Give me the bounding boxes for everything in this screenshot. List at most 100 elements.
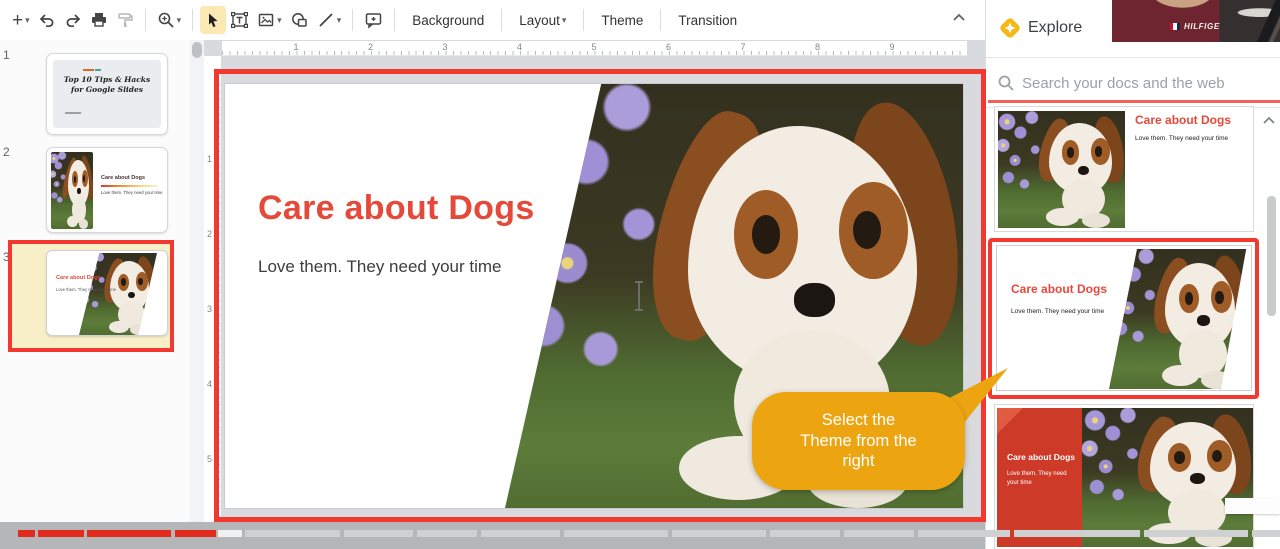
puppy-photo [51,152,93,229]
background-button[interactable]: Background [402,6,494,34]
accent-dash [83,69,94,71]
ruler-number: 4 [517,42,523,52]
progress-segment [770,530,840,537]
slide-3-title: Care about Dogs [56,275,101,281]
slide-3-thumbnail[interactable]: Care about Dogs Love them. They need you… [46,250,168,336]
shirt-text: HILFIGE [1184,22,1220,31]
scroll-up-button[interactable] [1262,112,1276,130]
progress-segment [38,530,84,537]
ruler-number: 7 [740,42,746,52]
video-progress-bar[interactable] [0,530,1280,537]
plus-icon: + [12,9,24,31]
callout-bubble: Select the Theme from the right [752,392,965,490]
zoom-button[interactable]: ▾ [153,6,186,34]
slide-1-title: Top 10 Tips & Hacks for Google Slides [63,75,151,95]
progress-segment [175,530,216,537]
toolbar: + ▾ ▾ ▾ ▾ Background Layout ▾ Theme Tran… [0,0,985,40]
slide-2-body: Love them. They need your time [101,190,163,195]
theme-3-body: Love them. They need your time [1007,471,1067,486]
ruler-number: 4 [207,379,213,389]
select-tool-button[interactable] [200,6,227,34]
slide-1-content: Top 10 Tips & Hacks for Google Slides [53,60,161,128]
progress-segment [564,530,668,537]
progress-segment [672,530,766,537]
toolbar-divider [144,9,146,31]
ruler-number: 8 [815,42,821,52]
image-icon [258,13,274,27]
toolbar-divider [352,9,354,31]
callout-line-2: Theme from the [800,431,917,450]
slide-2-title: Care about Dogs [101,175,146,181]
slide-1-subtitle-line [65,112,81,114]
shirt-logo-flag [1170,23,1180,30]
theme-3-title: Care about Dogs [1007,452,1076,462]
progress-segment [245,530,340,537]
annotation-red-line [988,100,1280,103]
ruler-number: 5 [207,454,213,464]
theme-button[interactable]: Theme [591,6,653,34]
puppy-photo [1082,408,1253,547]
transition-button[interactable]: Transition [668,6,747,34]
slide-1-number: 1 [3,48,10,62]
panel-scrollbar-thumb[interactable] [1267,196,1276,316]
text-box-icon [231,12,249,28]
progress-segment [844,530,914,537]
slide-2-thumbnail[interactable]: Care about Dogs Love them. They need you… [46,147,168,233]
theme-option-3[interactable]: Care about Dogs Love them. They need you… [994,404,1254,549]
new-slide-button[interactable]: + ▾ [8,6,34,34]
theme-option-1[interactable]: Care about Dogs Love them. They need you… [994,106,1254,232]
layout-label: Layout [519,12,560,28]
toolbar-divider [501,9,503,31]
print-button[interactable] [86,6,112,34]
collapse-toolbar-button[interactable] [951,10,967,28]
horizontal-ruler: 1 2 3 4 5 6 7 8 9 [222,41,967,56]
chevron-down-icon[interactable]: ▾ [177,15,182,26]
toolbar-divider [583,9,585,31]
chevron-down-icon[interactable]: ▾ [277,15,282,26]
explore-icon [1000,18,1020,38]
print-icon [91,13,106,27]
puppy-photo [998,111,1125,228]
paint-format-button[interactable] [112,6,138,34]
chevron-down-icon[interactable]: ▾ [337,15,342,26]
insert-shape-button[interactable] [286,6,313,34]
slide-1-thumbnail[interactable]: Top 10 Tips & Hacks for Google Slides [46,53,168,135]
undo-button[interactable] [34,6,60,34]
progress-segment [1014,530,1140,537]
chevron-down-icon: ▾ [561,14,567,25]
line-icon [319,13,333,27]
layout-button[interactable]: Layout ▾ [509,6,576,34]
chevron-up-icon [953,13,965,21]
slide-3-body: Love them. They need your time [56,287,116,292]
shape-icon [291,13,307,27]
callout-line-1: Select the [821,411,896,430]
search-input[interactable] [1022,68,1267,98]
accent-dash [95,69,101,71]
white-overlay-box [1225,498,1280,514]
insert-line-button[interactable]: ▾ [313,6,346,34]
ruler-number: 3 [207,304,213,314]
webcam-overlay: HILFIGE [1112,0,1280,42]
ruler-number: 9 [889,42,895,52]
callout-line-3: right [842,452,875,471]
redo-button[interactable] [60,6,86,34]
progress-segment [218,530,242,537]
insert-image-button[interactable]: ▾ [253,6,286,34]
chevron-down-icon[interactable]: ▾ [25,15,30,26]
progress-segment [1144,530,1248,537]
annotation-box-theme [988,238,1259,399]
progress-segment [344,530,413,537]
scrollbar-thumb[interactable] [192,42,202,58]
insert-comment-button[interactable] [360,6,387,34]
slide-2-number: 2 [3,145,10,159]
undo-icon [39,14,54,28]
ruler-number: 2 [207,229,213,239]
google-slides-app: + ▾ ▾ ▾ ▾ Background Layout ▾ Theme Tran… [0,0,1280,549]
filmstrip-scrollbar[interactable] [190,40,204,549]
ruler-number: 3 [442,42,448,52]
theme-1-title: Care about Dogs [1135,113,1232,127]
ruler-number: 2 [368,42,374,52]
text-box-button[interactable] [226,6,253,34]
chevron-up-icon [1263,116,1275,124]
theme-1-body: Love them. They need your time [1135,135,1229,142]
